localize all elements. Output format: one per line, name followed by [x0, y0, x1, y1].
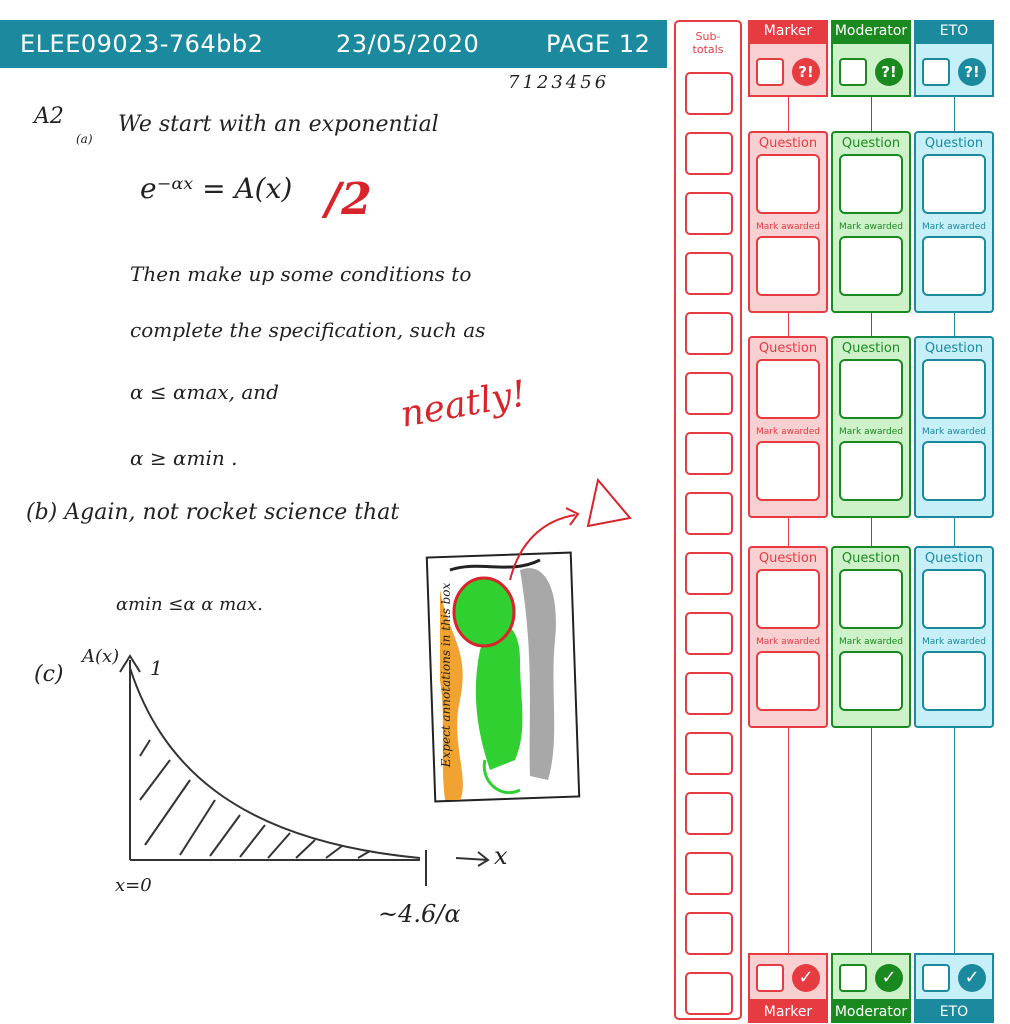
subtotal-box[interactable] — [685, 672, 733, 715]
subtotal-box[interactable] — [685, 732, 733, 775]
marker-mark-input[interactable] — [756, 441, 820, 501]
subtotal-box[interactable] — [685, 612, 733, 655]
subtotals-title: Sub-totals — [692, 30, 724, 56]
moderator-question-label: Question — [841, 551, 901, 566]
moderator-mark-awarded-label: Mark awarded — [839, 637, 903, 647]
marker-question-panel: Question Mark awarded — [748, 131, 828, 313]
moderator-question-panel: Question Mark awarded — [831, 336, 911, 518]
eto-question-panel: Question Mark awarded — [914, 336, 994, 518]
marker-question-panel: Question Mark awarded — [748, 546, 828, 728]
moderator-question-label: Question — [841, 136, 901, 151]
eto-signoff-panel: ✓ — [914, 953, 994, 1001]
eto-check-icon[interactable]: ✓ — [958, 964, 986, 992]
marker-question-panel: Question Mark awarded — [748, 336, 828, 518]
eto-question-label: Question — [924, 551, 984, 566]
eto-question-input[interactable] — [922, 569, 986, 629]
eto-question-label: Question — [924, 341, 984, 356]
marker-question-input[interactable] — [756, 359, 820, 419]
subtotal-box[interactable] — [685, 912, 733, 955]
moderator-question-input[interactable] — [839, 359, 903, 419]
moderator-question-panel: Question Mark awarded — [831, 546, 911, 728]
eto-mark-input[interactable] — [922, 651, 986, 711]
moderator-signoff-panel: ✓ — [831, 953, 911, 1001]
subtotal-box[interactable] — [685, 792, 733, 835]
graph-end-label: ~4.6/α — [378, 900, 461, 928]
marker-question-label: Question — [758, 136, 818, 151]
eto-flag-panel: ?! — [914, 42, 994, 97]
graph-y-label: A(x) — [82, 646, 120, 667]
marker-mark-awarded-label: Mark awarded — [756, 637, 820, 647]
marker-question-input[interactable] — [756, 569, 820, 629]
annotation-box-caption: Expect annotations in this box — [439, 582, 454, 768]
marker-flag-panel: ?! — [748, 42, 828, 97]
marker-signoff-panel: ✓ — [748, 953, 828, 1001]
marker-mark-input[interactable] — [756, 651, 820, 711]
moderator-mark-input[interactable] — [839, 236, 903, 296]
marker-mark-awarded-label: Mark awarded — [756, 222, 820, 232]
marker-mark-awarded-label: Mark awarded — [756, 427, 820, 437]
marker-signoff-checkbox[interactable] — [756, 964, 784, 992]
moderator-question-label: Question — [841, 341, 901, 356]
decay-graph — [119, 654, 490, 886]
subtotal-box[interactable] — [685, 312, 733, 355]
moderator-question-panel: Question Mark awarded — [831, 131, 911, 313]
eto-mark-awarded-label: Mark awarded — [922, 637, 986, 647]
moderator-mark-awarded-label: Mark awarded — [839, 222, 903, 232]
eto-mark-input[interactable] — [922, 236, 986, 296]
subtotal-box[interactable] — [685, 192, 733, 235]
eto-mark-input[interactable] — [922, 441, 986, 501]
subtotal-box[interactable] — [685, 432, 733, 475]
annotation-sketch — [425, 477, 632, 803]
marker-column-footer: Marker — [748, 1001, 828, 1023]
marker-mark-input[interactable] — [756, 236, 820, 296]
marker-question-label: Question — [758, 341, 818, 356]
marker-column-header: Marker — [748, 20, 828, 42]
eto-mark-awarded-label: Mark awarded — [922, 427, 986, 437]
subtotal-box[interactable] — [685, 852, 733, 895]
marker-flag-checkbox[interactable] — [756, 58, 784, 86]
marker-query-icon[interactable]: ?! — [792, 58, 820, 86]
graph-origin-label: x=0 — [115, 875, 152, 896]
marker-question-label: Question — [758, 551, 818, 566]
subtotal-box[interactable] — [685, 552, 733, 595]
graph-x-variable: x — [494, 842, 508, 870]
subtotal-box[interactable] — [685, 972, 733, 1015]
moderator-query-icon[interactable]: ?! — [875, 58, 903, 86]
subtotal-box[interactable] — [685, 72, 733, 115]
eto-mark-awarded-label: Mark awarded — [922, 222, 986, 232]
eto-question-panel: Question Mark awarded — [914, 131, 994, 313]
moderator-question-input[interactable] — [839, 154, 903, 214]
moderator-flag-panel: ?! — [831, 42, 911, 97]
graph-one-label: 1 — [150, 656, 163, 680]
moderator-check-icon[interactable]: ✓ — [875, 964, 903, 992]
eto-column-footer: ETO — [914, 1001, 994, 1023]
eto-signoff-checkbox[interactable] — [922, 964, 950, 992]
eto-column-header: ETO — [914, 20, 994, 42]
marker-question-input[interactable] — [756, 154, 820, 214]
moderator-mark-input[interactable] — [839, 441, 903, 501]
eto-question-input[interactable] — [922, 359, 986, 419]
marker-check-icon[interactable]: ✓ — [792, 964, 820, 992]
moderator-column-footer: Moderator — [831, 1001, 911, 1023]
eto-question-panel: Question Mark awarded — [914, 546, 994, 728]
eto-query-icon[interactable]: ?! — [958, 58, 986, 86]
eto-question-input[interactable] — [922, 154, 986, 214]
moderator-signoff-checkbox[interactable] — [839, 964, 867, 992]
moderator-mark-awarded-label: Mark awarded — [839, 427, 903, 437]
moderator-mark-input[interactable] — [839, 651, 903, 711]
moderator-question-input[interactable] — [839, 569, 903, 629]
eto-question-label: Question — [924, 136, 984, 151]
subtotal-box[interactable] — [685, 252, 733, 295]
moderator-flag-checkbox[interactable] — [839, 58, 867, 86]
eto-flag-checkbox[interactable] — [922, 58, 950, 86]
subtotals-column: Sub-totals — [674, 20, 742, 1020]
subtotal-box[interactable] — [685, 132, 733, 175]
subtotal-box[interactable] — [685, 372, 733, 415]
moderator-column-header: Moderator — [831, 20, 911, 42]
subtotal-box[interactable] — [685, 492, 733, 535]
